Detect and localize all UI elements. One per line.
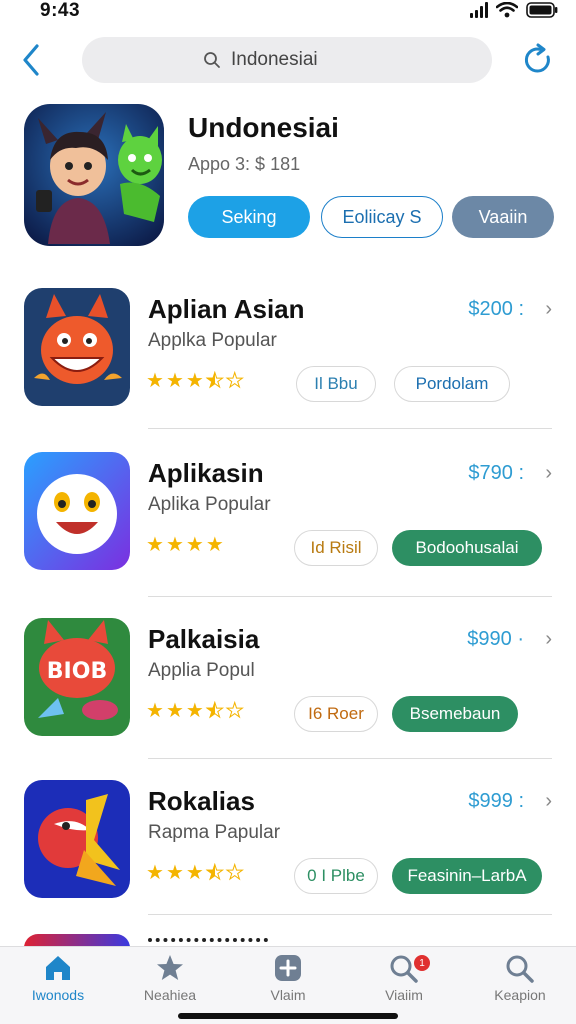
star-icon: ★ <box>146 534 164 556</box>
status-icons <box>470 2 558 18</box>
status-time: 9:43 <box>40 0 81 21</box>
tab-label: Viaiim <box>385 987 423 1003</box>
star-icon: ★ <box>146 370 164 392</box>
star-rating: ★ ★ ★ ★ ★ <box>146 698 244 723</box>
star-icon: ★ <box>205 862 224 885</box>
star-icon: ★ <box>185 700 204 722</box>
divider <box>148 758 552 759</box>
star-icon: ★ <box>185 534 204 556</box>
star-icon: ★ <box>165 370 184 392</box>
chevron-right-icon: › <box>545 298 552 320</box>
signal-icon <box>470 2 488 18</box>
star-icon <box>157 955 183 980</box>
list-item[interactable]: Aplian Asian Applka Popular $200 : › ★ ★ ★… <box>24 288 554 428</box>
app-name: Aplikasin <box>148 458 264 488</box>
app-name: Rokalias <box>148 786 255 816</box>
back-button[interactable] <box>14 40 48 80</box>
search-input[interactable] <box>231 49 371 71</box>
app-price: $790 : <box>468 462 524 484</box>
star-icon: ★ <box>225 700 244 723</box>
list-item[interactable]: BIOB Palkaisia Applia Popul $990 · › ★ ★ ★… <box>24 618 554 758</box>
wifi-icon <box>496 2 518 18</box>
tag-button[interactable]: Il Bbu <box>296 366 376 402</box>
tag-button[interactable]: Pordolam <box>394 366 510 402</box>
app-category: Applia Popul <box>148 660 255 681</box>
tab-search[interactable]: Keapion <box>470 953 570 1017</box>
chevron-left-icon <box>23 44 39 76</box>
chevron-right-icon: › <box>545 790 552 812</box>
tab-label: Keapion <box>494 987 546 1003</box>
search-icon <box>204 52 220 68</box>
app-name: Palkaisia <box>148 624 260 654</box>
tag-button[interactable]: Bodoohusalai <box>392 530 542 566</box>
star-icon: ★ <box>185 370 204 392</box>
featured-app-subtitle: Appo 3: $ 181 <box>188 154 301 174</box>
app-icon <box>24 288 130 406</box>
search-bar[interactable] <box>82 37 492 83</box>
star-icon: ★ <box>165 700 184 722</box>
tag-button[interactable]: Id Risil <box>294 530 378 566</box>
app-price: $990 · <box>467 628 524 650</box>
divider <box>148 596 552 597</box>
divider <box>148 914 552 915</box>
tag-button[interactable]: 0 I Plbe <box>294 858 378 894</box>
refresh-icon <box>524 43 550 73</box>
tab-add[interactable]: Vlaim <box>238 953 338 1017</box>
app-icon: BIOB <box>24 618 130 736</box>
app-category: Rapma Papular <box>148 822 281 843</box>
star-icon: ★ <box>146 700 164 722</box>
app-price: $200 : <box>468 298 524 320</box>
nav-row <box>0 36 576 84</box>
star-rating: ★ ★ ★ ★ ★ <box>146 860 244 885</box>
star-rating: ★ ★ ★ ★ <box>146 532 224 557</box>
list-item[interactable]: Aplikasin Aplika Popular $790 : › ★ ★ ★ ★ I… <box>24 452 554 592</box>
star-icon: ★ <box>205 700 224 723</box>
refresh-button[interactable] <box>518 40 558 80</box>
list-item-peek-text <box>148 938 268 944</box>
star-icon: ★ <box>225 862 244 885</box>
app-category: Applka Popular <box>148 330 277 351</box>
star-icon: ★ <box>165 534 184 556</box>
tab-home[interactable]: Iwonods <box>8 953 108 1017</box>
notification-badge: 1 <box>414 955 430 971</box>
svg-text:BIOB: BIOB <box>47 659 107 684</box>
battery-icon <box>526 2 558 18</box>
tab-label: Neahiea <box>143 987 197 1003</box>
featured-app-icon[interactable] <box>24 104 164 246</box>
tag-button[interactable]: Bsemebaun <box>392 696 518 732</box>
app-category: Aplika Popular <box>148 494 271 515</box>
chevron-right-icon: › <box>545 628 552 650</box>
tag-button[interactable]: I6 Roer <box>294 696 378 732</box>
star-icon: ★ <box>225 370 244 393</box>
star-icon: ★ <box>205 534 224 556</box>
star-icon: ★ <box>185 862 204 884</box>
featured-outline-button[interactable]: Eoliicay S <box>321 196 443 238</box>
app-icon <box>24 452 130 570</box>
tab-label: Iwonods <box>31 987 85 1003</box>
home-indicator <box>178 1013 398 1019</box>
featured-app: Undonesiai Appo 3: $ 181 Seking Eoliicay… <box>24 104 564 246</box>
tag-button[interactable]: Feasinin–LarbA <box>392 858 542 894</box>
tab-featured[interactable]: Neahiea <box>120 953 220 1017</box>
app-icon <box>24 780 130 898</box>
chevron-right-icon: › <box>545 462 552 484</box>
star-rating: ★ ★ ★ ★ ★ <box>146 368 244 393</box>
divider <box>148 428 552 429</box>
featured-app-title: Undonesiai <box>188 112 339 143</box>
list-item[interactable]: Rokalias Rapma Papular $999 : › ★ ★ ★ ★ ★ 0 … <box>24 780 554 920</box>
featured-secondary-button[interactable]: Vaaiin <box>452 196 554 238</box>
tab-updates[interactable]: 1 Viaiim <box>354 953 454 1017</box>
search-icon <box>506 955 534 983</box>
app-price: $999 : <box>468 790 524 812</box>
app-name: Aplian Asian <box>148 294 305 324</box>
star-icon: ★ <box>205 370 224 393</box>
home-icon <box>46 956 70 980</box>
star-icon: ★ <box>165 862 184 884</box>
plus-square-icon <box>275 955 301 981</box>
status-bar: 9:43 <box>0 0 576 22</box>
star-icon: ★ <box>146 862 164 884</box>
featured-primary-button[interactable]: Seking <box>188 196 310 238</box>
tab-label: Vlaim <box>270 987 306 1003</box>
